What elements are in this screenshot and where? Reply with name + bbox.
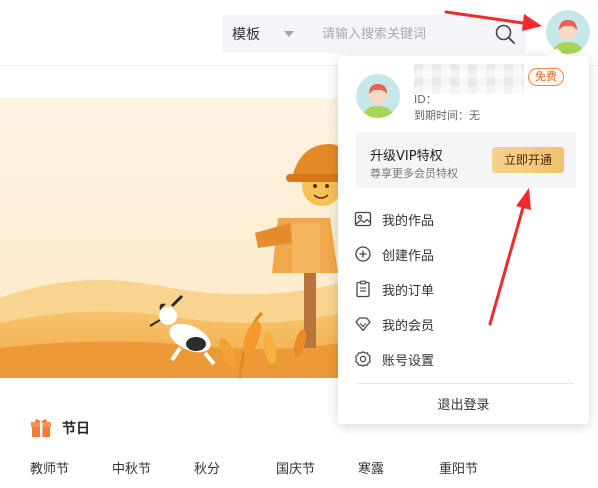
- vip-title: 升级VIP特权: [370, 149, 443, 164]
- festival-link[interactable]: 重阳节: [439, 458, 478, 477]
- logout-button[interactable]: 退出登录: [338, 394, 589, 413]
- menu-item-label: 我的订单: [382, 283, 435, 299]
- festival-link[interactable]: 国庆节: [276, 458, 315, 477]
- avatar-icon: [356, 74, 400, 118]
- gift-icon: [31, 419, 51, 437]
- menu-item-label: 账号设置: [382, 353, 435, 369]
- blurred-username-mask: [414, 64, 524, 94]
- scarecrow-illustration: [0, 98, 340, 378]
- page: 模板 请输入搜索关键词 节日 教师节 中秋节 秋分 国庆节 寒露 重阳节 免费 …: [0, 0, 598, 488]
- festival-section-title: 节日: [30, 417, 90, 439]
- diamond-icon: [355, 317, 371, 332]
- activate-vip-button[interactable]: 立即开通: [492, 147, 564, 173]
- search-icon[interactable]: [494, 23, 516, 45]
- vip-subtitle: 尊享更多会员特权: [370, 167, 458, 180]
- plus-circle-icon: [355, 246, 371, 262]
- image-icon: [354, 211, 372, 227]
- dropdown-avatar: [356, 74, 400, 118]
- search-input[interactable]: [302, 15, 474, 53]
- festival-link[interactable]: 中秋节: [112, 458, 151, 477]
- menu-item-label: 我的作品: [382, 213, 435, 229]
- festival-link[interactable]: 秋分: [194, 458, 220, 477]
- gear-icon: [355, 351, 371, 367]
- menu-item-label: 我的会员: [382, 318, 435, 334]
- chevron-down-icon: [284, 31, 294, 37]
- festival-title-text: 节日: [62, 421, 90, 437]
- menu-item-my-works[interactable]: 我的作品: [354, 205, 574, 233]
- menu-item-create-work[interactable]: 创建作品: [354, 240, 574, 268]
- user-dropdown-menu: 免费 ID： 到期时间：无 升级VIP特权 尊享更多会员特权 立即开通 我的作品…: [338, 48, 589, 424]
- search-type-select[interactable]: 模板: [222, 15, 302, 53]
- menu-item-my-membership[interactable]: 我的会员: [354, 310, 574, 338]
- menu-divider: [356, 383, 574, 384]
- festival-link[interactable]: 教师节: [30, 458, 69, 477]
- membership-badge: 免费: [528, 68, 564, 86]
- menu-item-account-settings[interactable]: 账号设置: [354, 345, 574, 373]
- autumn-banner-illustration[interactable]: [0, 98, 340, 378]
- clipboard-icon: [356, 280, 370, 298]
- user-id-label: ID：: [414, 93, 437, 106]
- menu-item-label: 创建作品: [382, 248, 435, 264]
- festival-link[interactable]: 寒露: [358, 458, 384, 477]
- search-type-label: 模板: [232, 27, 260, 43]
- search-bar: 模板: [222, 15, 526, 53]
- expire-time-label: 到期时间：无: [414, 109, 480, 122]
- vip-upgrade-card: 升级VIP特权 尊享更多会员特权 立即开通: [356, 132, 576, 188]
- menu-item-my-orders[interactable]: 我的订单: [354, 275, 574, 303]
